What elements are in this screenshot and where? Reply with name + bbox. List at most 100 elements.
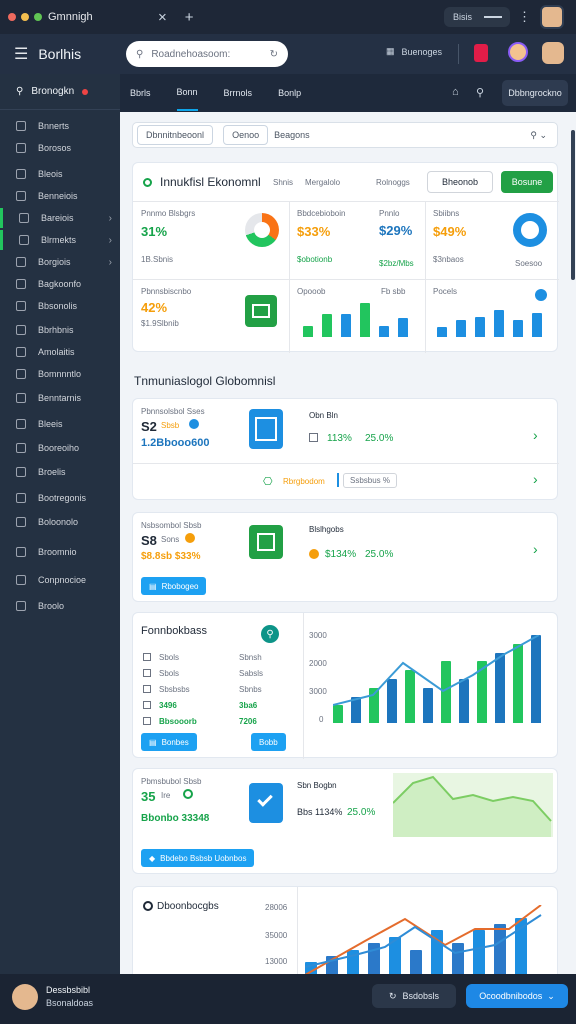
sidebar-item[interactable]: Broolo	[0, 596, 120, 616]
sidebar-item[interactable]: Bleois	[0, 164, 120, 184]
list-label: Bbsooorb	[159, 716, 197, 726]
footer-secondary-button[interactable]: ↻ Bsdobsls	[372, 984, 456, 1008]
sidebar-item[interactable]: Bbsonolis	[0, 296, 120, 316]
sidebar-item[interactable]: Booreoiho	[0, 438, 120, 458]
footer-tag[interactable]: Ssbsbus %	[343, 473, 398, 488]
sidebar-item[interactable]: Amolaitis	[0, 342, 120, 362]
sidebar-item-label: Bbsonolis	[38, 301, 78, 311]
info-icon[interactable]	[535, 289, 547, 301]
filter-tag[interactable]: Dbnnitnbeoonl	[137, 125, 214, 145]
close-tab-icon[interactable]: ×	[158, 9, 167, 26]
profile-avatar[interactable]	[542, 42, 564, 64]
sidebar-item[interactable]: Benneiois	[0, 186, 120, 206]
sidebar-item[interactable]: Borgiois ›	[0, 252, 120, 272]
sidebar-item[interactable]: Bomnnntlo	[0, 364, 120, 384]
list-item[interactable]: Sbols Sbnsh	[143, 649, 283, 665]
chevron-right-icon[interactable]: ›	[533, 541, 538, 557]
top-tools[interactable]: ▦ Buenoges	[386, 46, 442, 57]
stat-tile[interactable]: Pbnnsbiscnbo 42% $1.9Slbnib	[141, 287, 289, 347]
card-action-button[interactable]: ▤ Rbobogeo	[141, 577, 207, 595]
tab-3[interactable]: Brrnols	[224, 76, 253, 110]
sidebar-item[interactable]: Bareiois ›	[0, 208, 120, 228]
sidebar-item[interactable]: Bagkoonfo	[0, 274, 120, 294]
filter-tag[interactable]: Beagons	[274, 130, 310, 140]
sidebar-header[interactable]: ⚲ Bronogkn	[0, 74, 120, 110]
tabbar-right-button[interactable]: Dbbngrockno	[502, 80, 568, 106]
sidebar-item[interactable]: Bnnerts	[0, 116, 120, 136]
checkbox-icon[interactable]	[143, 685, 151, 693]
scrollbar[interactable]	[571, 130, 575, 280]
y-tick: 3000	[309, 687, 327, 696]
sidebar-item[interactable]: Borosos	[0, 138, 120, 158]
tab-1[interactable]: Bbrls	[130, 76, 151, 110]
window-titlebar: Gmnnigh × + Bisis ⋮	[0, 0, 576, 34]
list-item[interactable]: 3496 3ba6	[143, 697, 283, 713]
checkbox-icon[interactable]	[143, 717, 151, 725]
chart-bar	[456, 320, 466, 337]
action-button[interactable]: ▤ Bonbes	[141, 733, 197, 751]
window-controls[interactable]	[8, 13, 42, 21]
sidebar-item[interactable]: Boloonolo	[0, 512, 120, 532]
search-icon[interactable]: ⚲ ⌄	[530, 130, 547, 141]
sidebar-item[interactable]: Blrmekts ›	[0, 230, 120, 250]
menu-icon[interactable]: ☰	[14, 44, 28, 64]
search-icon[interactable]: ⚲	[476, 86, 484, 99]
card-sub: 1.2Bbooo600	[141, 437, 210, 449]
user-avatar[interactable]	[12, 984, 38, 1010]
footer-primary-button[interactable]: Ocoodbnibodos ⌄	[466, 984, 568, 1008]
user-name: Dessbsbibl	[46, 985, 91, 995]
filter-tag[interactable]: Oenoo	[223, 125, 269, 145]
avatar[interactable]	[540, 5, 564, 29]
tab-4[interactable]: Bonlp	[278, 76, 301, 110]
close-dot-icon[interactable]	[8, 13, 16, 21]
list-item[interactable]: Sbsbsbs Sbnbs	[143, 681, 283, 697]
sidebar-item[interactable]: Bbrhbnis	[0, 320, 120, 340]
search-icon[interactable]: ⚲	[261, 625, 279, 643]
sidebar-item[interactable]: Benntarnis	[0, 388, 120, 408]
refresh-icon[interactable]: ↻	[270, 49, 278, 60]
home-icon[interactable]: ⌂	[452, 86, 459, 98]
sidebar-item[interactable]: Bleeis	[0, 414, 120, 434]
info-icon[interactable]	[189, 419, 199, 429]
filter-bar[interactable]: Dbnnitnbeoonl Oenoo Beagons ⚲ ⌄	[132, 122, 558, 148]
new-tab-icon[interactable]: +	[185, 9, 194, 26]
window-pill-button[interactable]: Bisis	[444, 7, 510, 27]
clock-icon	[16, 393, 26, 403]
link-icon	[16, 601, 26, 611]
search-input[interactable]: ⚲ Roadnehoasoom: ↻	[126, 41, 288, 67]
primary-button[interactable]: Bosune	[501, 171, 553, 193]
button-label: Rbobogeo	[161, 581, 199, 591]
sidebar-item[interactable]: Broomnio	[0, 542, 120, 562]
tab-2[interactable]: Bonn	[176, 75, 198, 111]
card-value: S2	[141, 419, 157, 434]
chevron-right-icon[interactable]: ›	[533, 471, 538, 487]
notification-dot	[82, 88, 89, 95]
minimize-dot-icon[interactable]	[21, 13, 29, 21]
checkbox-icon[interactable]	[143, 701, 151, 709]
zoom-dot-icon[interactable]	[34, 13, 42, 21]
checkbox-icon[interactable]	[143, 653, 151, 661]
section-sub: Shnis	[273, 178, 294, 187]
stat-tile[interactable]: Bbdcebioboin Pnnlo $33% $29% $obotionb $…	[297, 209, 427, 279]
more-icon[interactable]: ⋮	[518, 9, 531, 25]
list-item[interactable]: Bbsooorb 7206	[143, 713, 283, 729]
chevron-right-icon[interactable]: ›	[533, 427, 538, 443]
footer-link[interactable]: Rbrgbodom	[283, 477, 325, 486]
divider	[133, 201, 559, 202]
sidebar-item[interactable]: Broelis	[0, 462, 120, 482]
card-action-button[interactable]: ◆ Bbdebo Bsbsb Uobnbos	[141, 849, 255, 867]
stat-tile[interactable]: Pnnmo Blsbgrs 31% 1B.Sbnis	[141, 209, 289, 279]
action-button[interactable]: Bobb	[251, 733, 286, 751]
user-face-icon[interactable]	[508, 42, 528, 62]
sidebar-item[interactable]: Bootregonis	[0, 488, 120, 508]
calculator-screen	[255, 417, 277, 441]
table-icon	[19, 235, 29, 245]
divider	[289, 201, 290, 353]
checkbox-icon[interactable]	[143, 669, 151, 677]
list-item[interactable]: Sbols Sabsls	[143, 665, 283, 681]
secondary-button[interactable]: Bheonob	[427, 171, 493, 193]
robot-icon[interactable]	[474, 44, 488, 62]
stat-tile[interactable]: Sbiibns $49% $3nbaos Soesoo	[433, 209, 553, 279]
checkbox-icon[interactable]	[309, 433, 318, 442]
sidebar-item[interactable]: Conpnocioe	[0, 570, 120, 590]
